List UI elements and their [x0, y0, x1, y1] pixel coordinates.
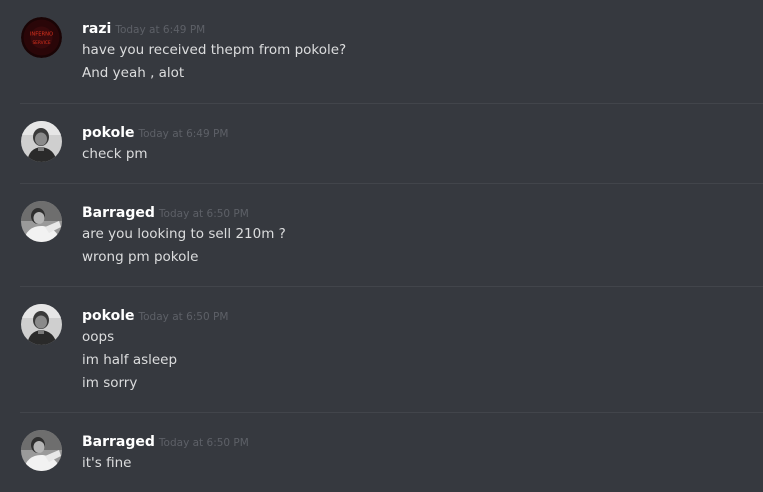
message-header: razi Today at 6:49 PM — [82, 18, 205, 40]
message-text: im sorry — [82, 375, 138, 391]
message-text: it's fine — [82, 455, 132, 471]
avatar[interactable] — [21, 304, 62, 345]
message-text: have you received thepm from pokole? — [82, 42, 347, 58]
timestamp[interactable]: Today at 6:50 PM — [159, 208, 249, 220]
timestamp[interactable]: Today at 6:49 PM — [139, 128, 229, 140]
avatar[interactable]: INFERNO SERVICE — [21, 17, 62, 58]
message-header: Barraged Today at 6:50 PM — [82, 431, 249, 453]
avatar[interactable] — [21, 121, 62, 162]
timestamp[interactable]: Today at 6:50 PM — [139, 311, 229, 323]
timestamp[interactable]: Today at 6:50 PM — [159, 437, 249, 449]
message-header: pokole Today at 6:49 PM — [82, 122, 228, 144]
message-text: im half asleep — [82, 352, 178, 368]
message-divider — [20, 103, 763, 104]
pokole-photo-icon — [21, 304, 62, 345]
username[interactable]: razi — [82, 21, 111, 37]
barraged-photo-icon — [21, 430, 62, 471]
barraged-photo-icon — [21, 201, 62, 242]
message-header: pokole Today at 6:50 PM — [82, 305, 228, 327]
message-text: wrong pm pokole — [82, 249, 199, 265]
message-divider — [20, 286, 763, 287]
inferno-service-logo-icon: INFERNO SERVICE — [21, 17, 62, 58]
username[interactable]: Barraged — [82, 205, 155, 221]
pokole-photo-icon — [21, 121, 62, 162]
username[interactable]: Barraged — [82, 434, 155, 450]
avatar[interactable] — [21, 430, 62, 471]
message-text: check pm — [82, 146, 148, 162]
message-divider — [20, 183, 763, 184]
avatar-logo-text-bottom: SERVICE — [32, 40, 50, 46]
message-text: And yeah , alot — [82, 65, 185, 81]
chat-message-list: INFERNO SERVICE razi Today at 6:49 PM hav… — [0, 0, 763, 492]
message-text: are you looking to sell 210m ? — [82, 226, 286, 242]
username[interactable]: pokole — [82, 308, 135, 324]
avatar-logo-text-top: INFERNO — [30, 32, 53, 38]
message-text: oops — [82, 329, 115, 345]
timestamp[interactable]: Today at 6:49 PM — [115, 24, 205, 36]
avatar[interactable] — [21, 201, 62, 242]
message-header: Barraged Today at 6:50 PM — [82, 202, 249, 224]
username[interactable]: pokole — [82, 125, 135, 141]
message-divider — [20, 412, 763, 413]
